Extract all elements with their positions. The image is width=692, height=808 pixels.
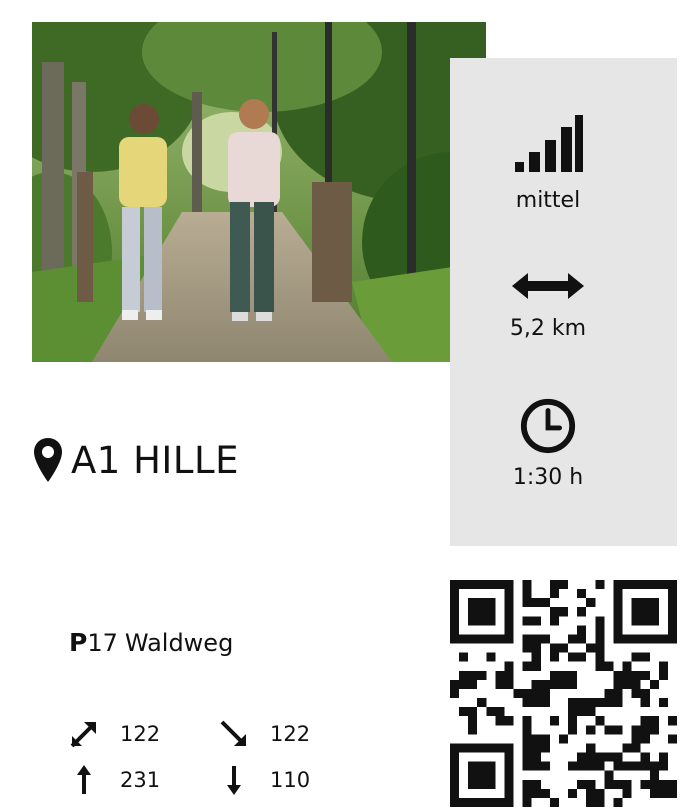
clock-icon bbox=[520, 398, 576, 454]
parking-number: 17 bbox=[87, 629, 118, 657]
hikers-photo bbox=[32, 22, 486, 362]
descent-stat: 122 bbox=[218, 718, 310, 750]
diagonal-down-arrow-icon bbox=[220, 720, 246, 746]
elevation-stats: 122 122 231 110 bbox=[68, 718, 348, 808]
map-pin-icon bbox=[34, 438, 62, 482]
difficulty-metric: mittel bbox=[486, 114, 610, 214]
parking-name: Waldweg bbox=[124, 629, 234, 657]
duration-metric: 1:30 h bbox=[486, 397, 610, 491]
qr-code-image bbox=[450, 580, 677, 807]
ascent-stat: 122 bbox=[68, 718, 160, 750]
highest-point-stat: 231 bbox=[68, 764, 160, 796]
lowest-point-stat: 110 bbox=[218, 764, 310, 796]
parking-info: P 17 Waldweg bbox=[69, 628, 233, 657]
distance-label: 5,2 km bbox=[509, 316, 587, 341]
highest-point-value: 231 bbox=[120, 768, 161, 792]
qr-code[interactable] bbox=[450, 580, 677, 807]
parking-letter: P bbox=[69, 628, 88, 657]
lowest-point-value: 110 bbox=[270, 768, 311, 792]
double-arrow-icon bbox=[512, 273, 584, 299]
diagonal-up-arrow-icon bbox=[70, 722, 96, 748]
ascent-value: 122 bbox=[120, 722, 161, 746]
up-arrow-icon bbox=[77, 765, 91, 794]
down-arrow-icon bbox=[227, 766, 241, 795]
distance-metric: 5,2 km bbox=[486, 268, 610, 342]
difficulty-label: mittel bbox=[515, 188, 581, 213]
duration-label: 1:30 h bbox=[512, 465, 584, 490]
route-title: A1 HILLE bbox=[71, 438, 239, 482]
descent-value: 122 bbox=[270, 722, 311, 746]
route-title-row: A1 HILLE bbox=[33, 430, 239, 490]
signal-bars-icon bbox=[515, 115, 583, 172]
route-photo bbox=[32, 22, 486, 362]
